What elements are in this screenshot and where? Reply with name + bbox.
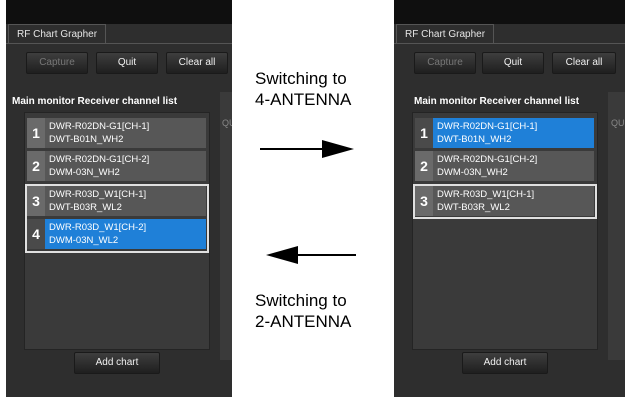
arrow-right-icon (260, 140, 354, 158)
item-number: 1 (27, 118, 45, 148)
capture-button[interactable]: Capture (26, 52, 88, 74)
side-label: QU (611, 118, 625, 128)
quit-button[interactable]: Quit (482, 52, 544, 74)
list-item[interactable]: 1 DWR-R02DN-G1[CH-1] DWT-B01N_WH2 (27, 118, 206, 148)
arrow-left-icon (266, 246, 356, 264)
item-number: 2 (27, 151, 45, 181)
clear-all-button[interactable]: Clear all (552, 52, 616, 74)
receiver-name: DWR-R02DN-G1[CH-2] (49, 154, 150, 165)
clear-all-button[interactable]: Clear all (166, 52, 228, 74)
caption-line: Switching to (255, 69, 347, 88)
caption-line: 2-ANTENNA (255, 312, 352, 331)
item-number: 2 (415, 151, 433, 181)
quit-button[interactable]: Quit (96, 52, 158, 74)
switch-to-2-antenna-caption: Switching to 2-ANTENNA (255, 290, 351, 332)
add-chart-button[interactable]: Add chart (74, 352, 160, 374)
side-label: QU (222, 118, 232, 128)
receiver-name: DWR-R02DN-G1[CH-2] (437, 154, 538, 165)
tab-rf-chart-grapher[interactable]: RF Chart Grapher (8, 24, 107, 44)
receiver-name: DWR-R02DN-G1[CH-1] (49, 121, 150, 132)
tab-rf-chart-grapher[interactable]: RF Chart Grapher (396, 24, 495, 44)
list-header: Main monitor Receiver channel list (12, 96, 178, 107)
transmitter-name: DWM-03N_WH2 (437, 167, 508, 178)
list-item-selected[interactable]: 1 DWR-R02DN-G1[CH-1] DWT-B01N_WH2 (415, 118, 594, 148)
receiver-channel-list[interactable]: 1 DWR-R02DN-G1[CH-1] DWT-B01N_WH2 2 DWR-… (24, 112, 210, 350)
receiver-name: DWR-R02DN-G1[CH-1] (437, 121, 538, 132)
item-number: 1 (415, 118, 433, 148)
transmitter-name: DWT-B01N_WH2 (437, 134, 512, 145)
list-item[interactable]: 2 DWR-R02DN-G1[CH-2] DWM-03N_WH2 (415, 151, 594, 181)
list-item[interactable]: 2 DWR-R02DN-G1[CH-2] DWM-03N_WH2 (27, 151, 206, 181)
caption-line: Switching to (255, 291, 347, 310)
antenna-group-frame (413, 184, 597, 219)
list-header: Main monitor Receiver channel list (414, 96, 580, 107)
switch-to-4-antenna-caption: Switching to 4-ANTENNA (255, 68, 351, 110)
add-chart-button[interactable]: Add chart (462, 352, 548, 374)
receiver-channel-list[interactable]: 1 DWR-R02DN-G1[CH-1] DWT-B01N_WH2 2 DWR-… (412, 112, 598, 350)
antenna-group-frame (25, 184, 209, 253)
left-app-panel: RF Chart Grapher Capture Quit Clear all … (6, 0, 232, 397)
transmitter-name: DWT-B01N_WH2 (49, 134, 124, 145)
side-panel-edge (220, 92, 232, 360)
caption-line: 4-ANTENNA (255, 90, 352, 109)
tab-divider (394, 43, 625, 44)
tab-divider (6, 43, 232, 44)
title-bar (394, 0, 625, 24)
title-bar (6, 0, 232, 24)
side-panel-edge (608, 92, 625, 360)
transmitter-name: DWM-03N_WH2 (49, 167, 120, 178)
capture-button[interactable]: Capture (414, 52, 476, 74)
right-app-panel: RF Chart Grapher Capture Quit Clear all … (394, 0, 625, 397)
